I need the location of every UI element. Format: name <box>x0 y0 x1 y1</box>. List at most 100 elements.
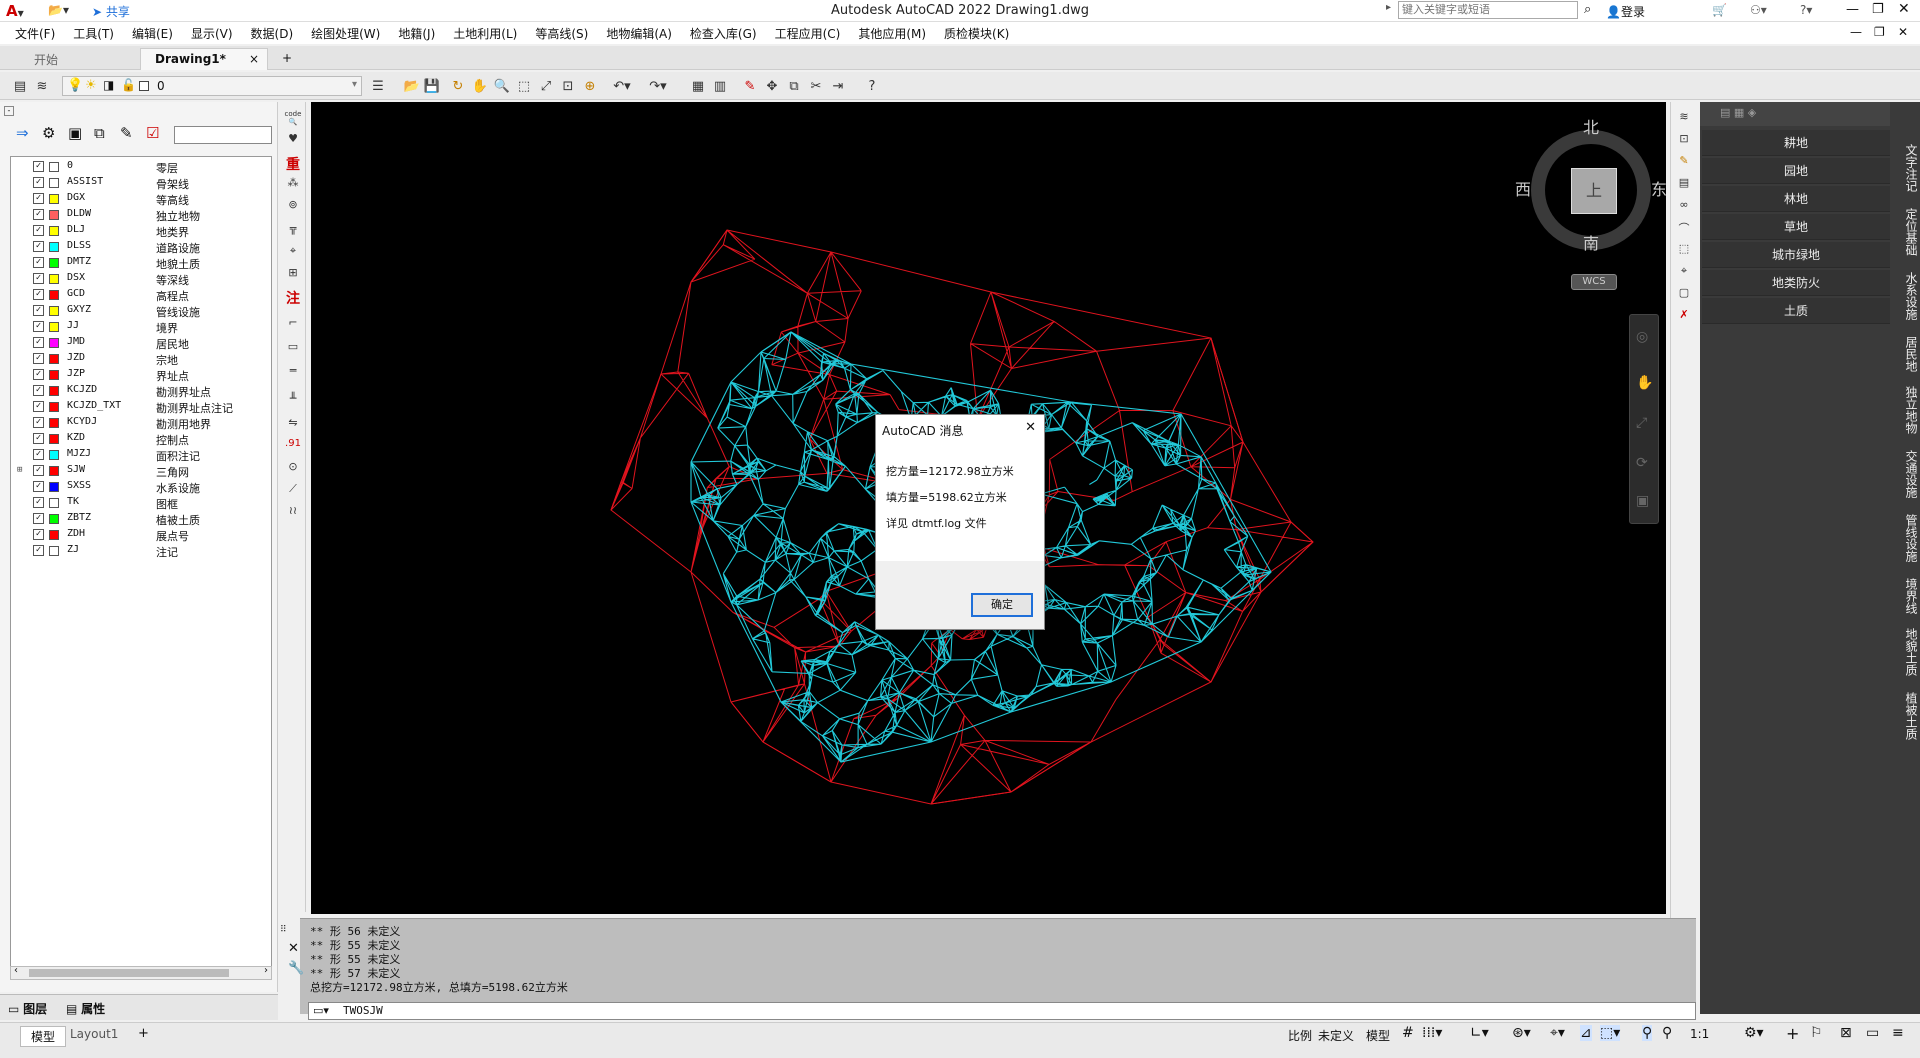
menu-item-11[interactable]: 工程应用(C) <box>766 22 850 45</box>
cmd-settings-icon[interactable]: 🔧 <box>288 961 304 976</box>
layer-visible-checkbox[interactable]: ✓ <box>33 209 44 220</box>
layer-visible-checkbox[interactable]: ✓ <box>33 353 44 364</box>
viewcube[interactable]: 上 北 南 西 东 WCS <box>1515 118 1681 290</box>
layer-row[interactable]: ✓ JJ 境界 <box>11 319 271 335</box>
properties-icon[interactable]: ☰ <box>368 76 388 96</box>
doc-close-button[interactable]: ✕ <box>1898 25 1908 39</box>
layer-row[interactable]: ✓ JZP 界址点 <box>11 367 271 383</box>
layer-row[interactable]: ✓ KZD 控制点 <box>11 431 271 447</box>
clean-screen-icon[interactable]: ▭ <box>1866 1025 1879 1041</box>
layer-copy-icon[interactable]: ⧉ <box>94 124 105 142</box>
extend-icon[interactable]: ⇥ <box>828 76 848 96</box>
layer-color-swatch[interactable] <box>49 434 59 444</box>
zoom-extents-icon[interactable]: ⤢ <box>536 76 556 96</box>
ruler-icon[interactable]: ╦ <box>283 222 303 240</box>
pick-icon[interactable]: ♥ <box>283 132 303 150</box>
layer-row[interactable]: ✓ JMD 居民地 <box>11 335 271 351</box>
tab-start[interactable]: 开始 <box>20 48 72 70</box>
layer-visible-checkbox[interactable]: ✓ <box>33 225 44 236</box>
layer-color-swatch[interactable] <box>49 242 59 252</box>
layer-row[interactable]: ✓ DLSS 道路设施 <box>11 239 271 255</box>
menu-item-12[interactable]: 其他应用(M) <box>849 22 935 45</box>
compass-west[interactable]: 西 <box>1515 176 1531 200</box>
slope-icon[interactable]: ⟋ <box>283 482 303 500</box>
layer-color-swatch[interactable] <box>49 466 59 476</box>
menu-item-7[interactable]: 土地利用(L) <box>444 22 526 45</box>
layer-row[interactable]: ✓ SXSS 水系设施 <box>11 479 271 495</box>
layer-dropdown[interactable]: 💡 ☀ ◨ 🔓 0 ▾ <box>62 76 362 96</box>
compass-east[interactable]: 东 <box>1651 176 1667 200</box>
layer-color-swatch[interactable] <box>49 530 59 540</box>
help-circle-icon[interactable]: ? <box>862 76 882 96</box>
layer-row[interactable]: ✓ ZJ 注记 <box>11 543 271 559</box>
layer-row[interactable]: ✓ ZBTZ 植被土质 <box>11 511 271 527</box>
palette-view-icon[interactable]: ▤ ▦ ◈ <box>1720 106 1756 119</box>
curve-tool-icon[interactable]: ⌒ <box>1674 220 1694 238</box>
tool-palette-icon[interactable]: ▥ <box>710 76 730 96</box>
undo-icon[interactable]: ↶▾ <box>612 76 632 96</box>
fence-icon[interactable]: ╨ <box>283 392 303 410</box>
layer-visible-checkbox[interactable]: ✓ <box>33 337 44 348</box>
query-tool-icon[interactable]: ⊡ <box>1674 132 1694 150</box>
regen-icon[interactable]: ↻ <box>448 76 468 96</box>
workspace-gear-icon[interactable]: ⚙▾ <box>1744 1025 1764 1041</box>
connect-icon[interactable]: ⚇▾ <box>1750 3 1767 17</box>
menu-item-0[interactable]: 文件(F) <box>6 22 64 45</box>
layer-visible-checkbox[interactable]: ✓ <box>33 497 44 508</box>
ok-button[interactable]: 确定 <box>971 593 1033 617</box>
scroll-left-icon[interactable]: ‹ <box>14 965 18 976</box>
layer-state-icon[interactable]: ≋ <box>32 76 52 96</box>
customize-icon[interactable]: ≡ <box>1892 1025 1904 1041</box>
layer-visible-checkbox[interactable]: ✓ <box>33 241 44 252</box>
polyline-icon[interactable]: ⌐ <box>283 316 303 334</box>
elevation-point-icon[interactable]: .91 <box>283 438 303 456</box>
palette-vertical-tab[interactable]: 地貌土质 <box>1896 628 1918 676</box>
annotation-visibility-icon[interactable]: ⚲ <box>1642 1025 1653 1041</box>
layer-visible-checkbox[interactable]: ✓ <box>33 305 44 316</box>
layer-color-swatch[interactable] <box>49 514 59 524</box>
layer-row[interactable]: ✓ 0 零层 <box>11 159 271 175</box>
panel-tab-layers[interactable]: ▭ 图层 <box>8 1000 47 1017</box>
layer-color-swatch[interactable] <box>49 402 59 412</box>
layer-edit-icon[interactable]: ✎ <box>120 124 133 142</box>
layer-color-swatch[interactable] <box>49 226 59 236</box>
layer-tool-icon[interactable]: ≋ <box>1674 110 1694 128</box>
zoom-nav-icon[interactable]: ⤢ <box>1636 415 1647 431</box>
compass-north[interactable]: 北 <box>1583 114 1599 138</box>
delete-tool-icon[interactable]: ✗ <box>1674 308 1694 326</box>
layer-row[interactable]: ✓ GCD 高程点 <box>11 287 271 303</box>
double-line-icon[interactable]: ═ <box>283 364 303 382</box>
move-icon[interactable]: ✥ <box>762 76 782 96</box>
open-file-icon[interactable]: 📂 <box>402 76 422 96</box>
save-icon[interactable]: 💾 <box>422 76 442 96</box>
layer-visible-checkbox[interactable]: ✓ <box>33 513 44 524</box>
close-button[interactable]: ✕ <box>1898 1 1910 17</box>
redraw-icon[interactable]: 重 <box>283 154 303 173</box>
layer-visible-checkbox[interactable]: ✓ <box>33 193 44 204</box>
palette-vertical-tab[interactable]: 居民地 <box>1896 336 1918 372</box>
new-layer-icon[interactable]: ⇒ <box>16 124 29 142</box>
layer-row[interactable]: ✓ TK 图框 <box>11 495 271 511</box>
doc-minimize-button[interactable]: — <box>1850 25 1862 39</box>
grid-toggle-icon[interactable]: # <box>1402 1025 1414 1041</box>
layer-color-swatch[interactable] <box>49 290 59 300</box>
points-icon[interactable]: ⁂ <box>283 176 303 194</box>
edit-tool-icon[interactable]: ✎ <box>1674 154 1694 172</box>
layer-states-icon[interactable]: ▣ <box>68 124 82 142</box>
layer-visible-checkbox[interactable]: ✓ <box>33 401 44 412</box>
tab-close-icon[interactable]: × <box>249 52 259 66</box>
layer-color-swatch[interactable] <box>49 210 59 220</box>
login-button[interactable]: 👤登录 <box>1606 3 1645 20</box>
expand-icon[interactable]: ⊞ <box>17 465 22 475</box>
layer-visible-checkbox[interactable]: ✓ <box>33 529 44 540</box>
design-center-icon[interactable]: ▦ <box>688 76 708 96</box>
layer-color-swatch[interactable] <box>49 274 59 284</box>
layer-color-swatch[interactable] <box>49 498 59 508</box>
set-current-icon[interactable]: ☑ <box>146 124 159 142</box>
annotate-icon[interactable]: 注 <box>283 288 303 307</box>
drawing-canvas[interactable]: 上 北 南 西 东 WCS ◎ ✋ ⤢ ⟳ ▣ AutoCAD 消息 ✕ 挖方量… <box>311 102 1667 914</box>
layer-row[interactable]: ✓ DMTZ 地貌土质 <box>11 255 271 271</box>
ortho-toggle-icon[interactable]: ∟▾ <box>1470 1025 1489 1041</box>
layer-row[interactable]: ⊞ ✓ SJW 三角网 <box>11 463 271 479</box>
layer-row[interactable]: ✓ DSX 等深线 <box>11 271 271 287</box>
